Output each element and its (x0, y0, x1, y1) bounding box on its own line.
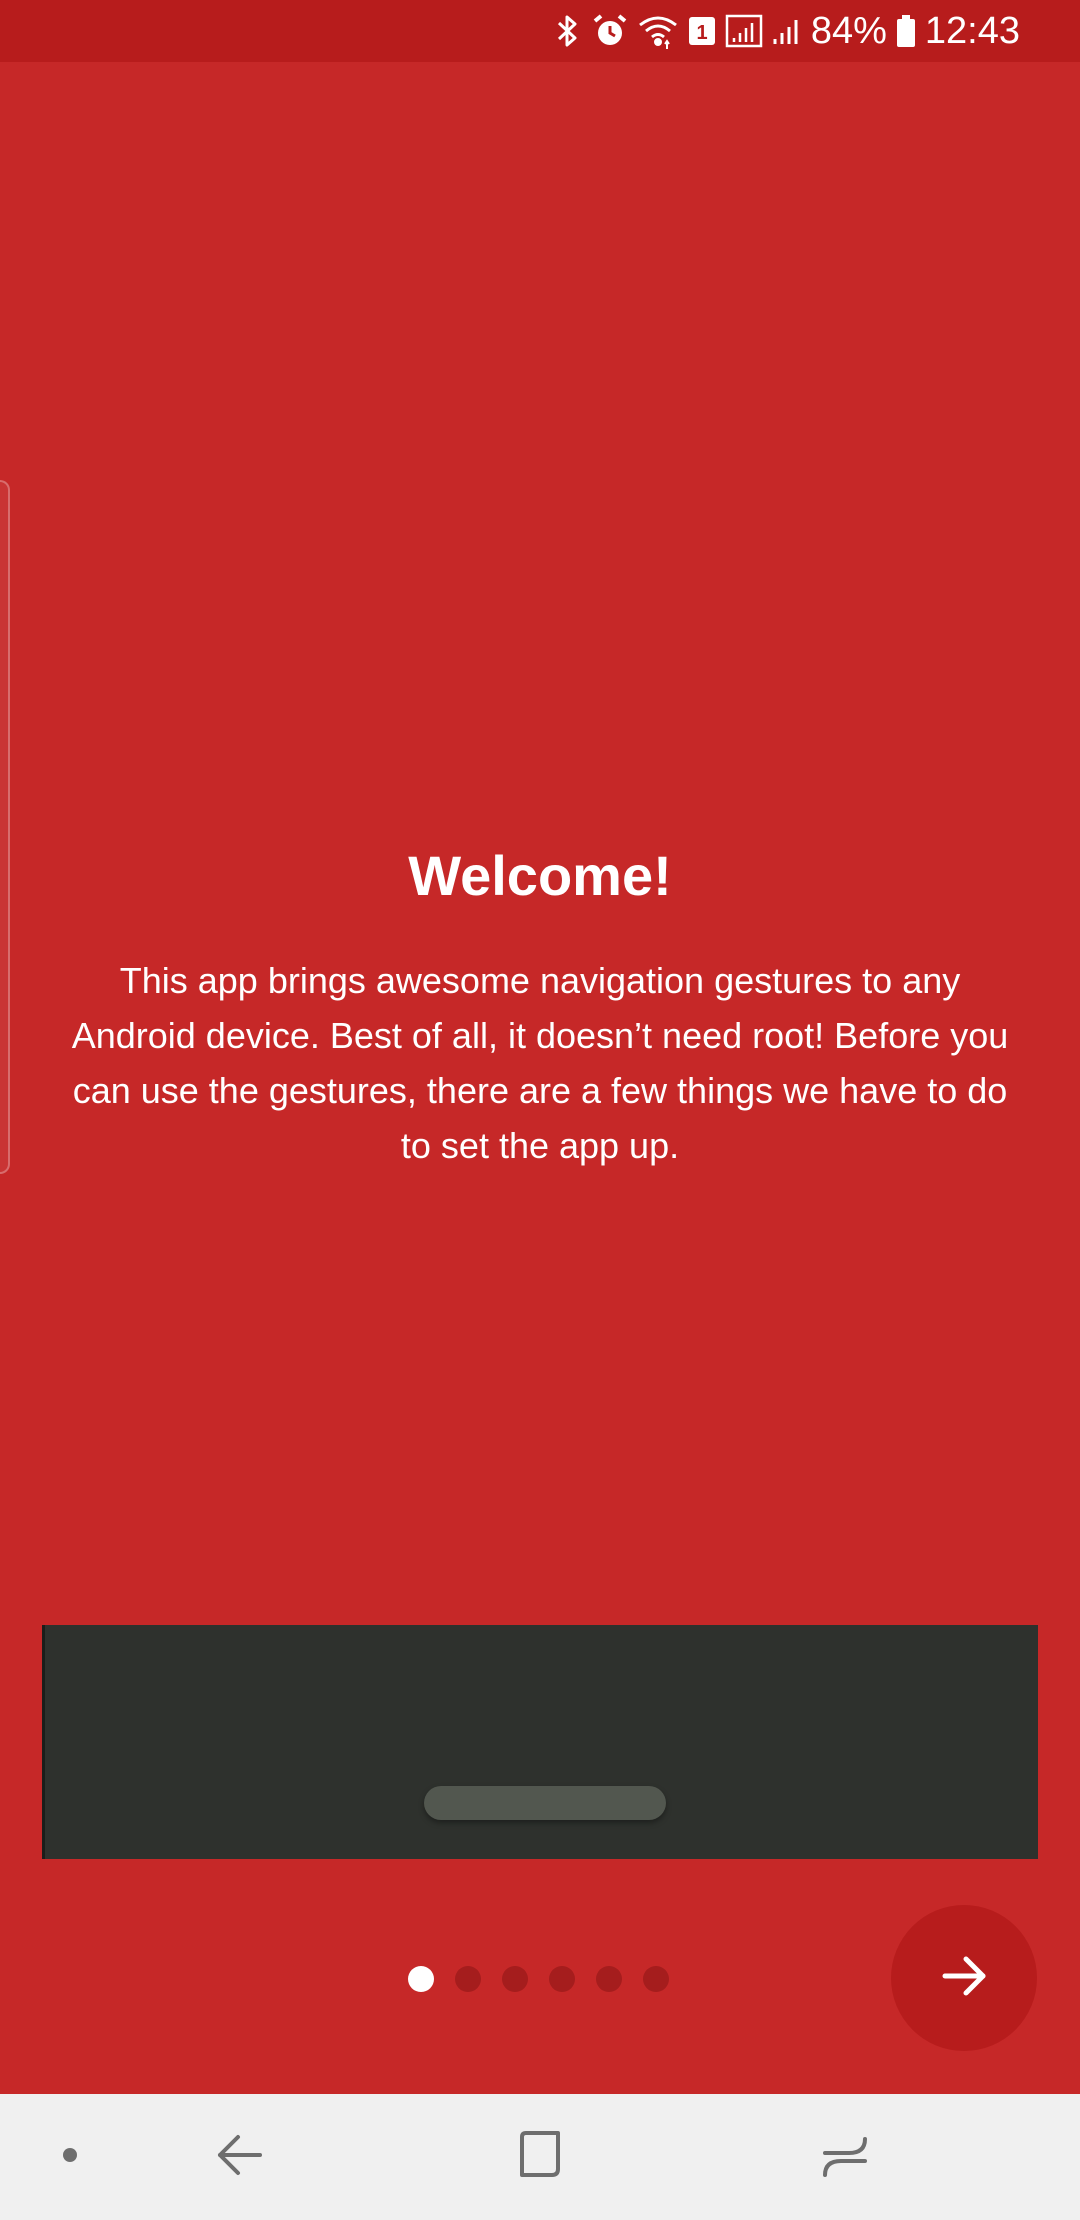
sim-slot-label: 1 (696, 22, 707, 44)
edge-gesture-handle (0, 480, 10, 1174)
gesture-pill-preview (424, 1786, 666, 1820)
bluetooth-icon (553, 12, 583, 50)
page-dot-4 (549, 1966, 575, 1992)
system-nav-bar (0, 2094, 1080, 2220)
arrow-right-icon (939, 1951, 989, 2006)
sim-1-icon: 1 (687, 12, 717, 50)
alarm-icon (591, 12, 629, 50)
back-icon (214, 2129, 266, 2186)
status-bar: 1 84% 12:43 (0, 0, 1080, 62)
status-icons: 1 84% 12:43 (553, 0, 1020, 62)
gesture-preview (42, 1625, 1038, 1859)
signal-strength-icon (725, 12, 763, 50)
page-indicator (408, 1966, 669, 1992)
page-dot-3 (502, 1966, 528, 1992)
page-dot-2 (455, 1966, 481, 1992)
dot-indicator-icon (61, 2146, 79, 2169)
page-dot-6 (643, 1966, 669, 1992)
nav-recents-button[interactable] (795, 2094, 895, 2220)
nav-home-button[interactable] (490, 2094, 590, 2220)
nav-dot-button[interactable] (40, 2094, 100, 2220)
page-title: Welcome! (408, 844, 672, 907)
recents-icon (819, 2129, 871, 2186)
home-icon (514, 2129, 566, 2186)
battery-icon (895, 12, 917, 50)
page-dot-1 (408, 1966, 434, 1992)
wifi-icon (637, 12, 679, 50)
page-dot-5 (596, 1966, 622, 1992)
nav-back-button[interactable] (190, 2094, 290, 2220)
battery-percent: 84% (810, 10, 887, 52)
clock: 12:43 (924, 10, 1020, 52)
signal-strength-2-icon (771, 12, 803, 50)
next-button[interactable] (891, 1905, 1037, 2051)
welcome-description: This app brings awesome navigation gestu… (71, 960, 1009, 1166)
